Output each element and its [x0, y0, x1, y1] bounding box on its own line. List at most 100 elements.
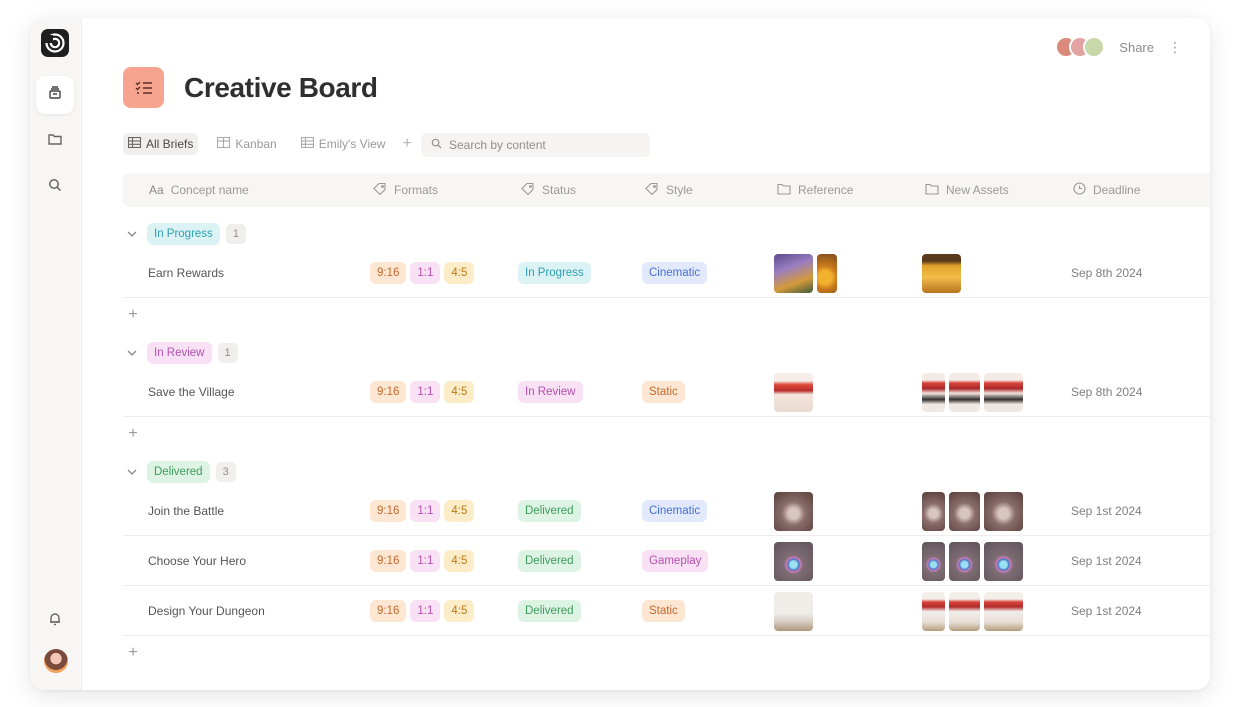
- add-row-button[interactable]: +: [123, 424, 143, 444]
- asset-thumbnail[interactable]: [984, 491, 1023, 531]
- asset-thumbnail[interactable]: [922, 372, 945, 412]
- asset-thumbnail[interactable]: [949, 591, 980, 631]
- format-tag: 4:5: [444, 262, 475, 284]
- table-row[interactable]: Join the Battle 9:16 1:1 4:5 Delivered C…: [123, 486, 1210, 536]
- style-badge: Cinematic: [642, 500, 708, 522]
- top-actions: Share ⋮: [1055, 36, 1186, 58]
- new-assets-cell: [922, 486, 1023, 536]
- deadline-cell: Sep 1st 2024: [1071, 554, 1142, 568]
- status-cell: Delivered: [518, 586, 581, 636]
- tab-all-briefs[interactable]: All Briefs: [123, 133, 199, 155]
- column-label: Formats: [394, 183, 439, 197]
- column-deadline[interactable]: Deadline: [1073, 173, 1140, 207]
- format-tag: 1:1: [410, 262, 441, 284]
- share-button[interactable]: Share: [1119, 40, 1154, 55]
- chevron-down-icon[interactable]: [123, 469, 141, 475]
- table-row[interactable]: Design Your Dungeon 9:16 1:1 4:5 Deliver…: [123, 586, 1210, 636]
- format-tag: 9:16: [370, 500, 407, 522]
- status-badge: Delivered: [518, 550, 581, 572]
- search-icon: [431, 138, 442, 152]
- format-tag: 1:1: [410, 600, 441, 622]
- style-cell: Gameplay: [642, 536, 709, 586]
- reference-thumbnail[interactable]: [774, 372, 813, 412]
- table-row[interactable]: Earn Rewards 9:16 1:1 4:5 In Progress Ci…: [123, 248, 1210, 298]
- column-concept[interactable]: Aa Concept name: [149, 173, 249, 207]
- tag-icon: [521, 182, 535, 198]
- add-view-button[interactable]: +: [402, 135, 411, 153]
- format-tag: 4:5: [444, 550, 475, 572]
- column-formats[interactable]: Formats: [373, 173, 438, 207]
- table-row[interactable]: Save the Village 9:16 1:1 4:5 In Review …: [123, 367, 1210, 417]
- asset-thumbnail[interactable]: [922, 541, 945, 581]
- new-assets-cell: [922, 586, 1023, 636]
- column-new-assets[interactable]: New Assets: [925, 173, 1009, 207]
- tab-kanban[interactable]: Kanban: [212, 133, 281, 155]
- asset-thumbnail[interactable]: [949, 541, 980, 581]
- more-options-icon[interactable]: ⋮: [1164, 39, 1186, 56]
- folder-icon: [925, 183, 939, 198]
- asset-thumbnail[interactable]: [922, 591, 945, 631]
- reference-thumbnail[interactable]: [817, 253, 837, 293]
- deadline-cell: Sep 1st 2024: [1071, 504, 1142, 518]
- add-row-button[interactable]: +: [123, 305, 143, 325]
- page-title: Creative Board: [184, 71, 378, 103]
- search-input[interactable]: Search by content: [421, 133, 650, 157]
- group-count: 1: [217, 343, 238, 363]
- group-label: In Progress: [147, 223, 220, 245]
- new-assets-cell: [922, 367, 1023, 417]
- table-icon: [127, 136, 142, 151]
- status-badge: Delivered: [518, 600, 581, 622]
- table-row[interactable]: Choose Your Hero 9:16 1:1 4:5 Delivered …: [123, 536, 1210, 586]
- asset-thumbnail[interactable]: [922, 253, 961, 293]
- column-label: Concept name: [170, 183, 249, 197]
- formats-cell: 9:16 1:1 4:5: [370, 248, 475, 298]
- user-avatar[interactable]: [44, 649, 68, 673]
- reference-cell: [774, 367, 813, 417]
- sidebar-item-files[interactable]: [36, 122, 74, 160]
- tab-emilys-view[interactable]: Emily's View: [296, 133, 391, 155]
- deadline-cell: Sep 8th 2024: [1071, 385, 1143, 399]
- group-label: In Review: [147, 342, 212, 364]
- chevron-down-icon[interactable]: [123, 231, 141, 237]
- reference-thumbnail[interactable]: [774, 541, 813, 581]
- reference-thumbnail[interactable]: [774, 491, 813, 531]
- concept-name: Design Your Dungeon: [148, 604, 265, 618]
- format-tag: 1:1: [410, 550, 441, 572]
- reference-thumbnail[interactable]: [774, 591, 813, 631]
- concept-name: Choose Your Hero: [148, 554, 247, 568]
- asset-thumbnail[interactable]: [949, 372, 980, 412]
- tab-label: All Briefs: [146, 137, 194, 151]
- column-status[interactable]: Status: [521, 173, 576, 207]
- asset-thumbnail[interactable]: [949, 491, 980, 531]
- status-cell: Delivered: [518, 536, 581, 586]
- app-logo-icon[interactable]: [41, 29, 69, 57]
- table-icon: [300, 136, 314, 151]
- table-icon: [217, 136, 231, 151]
- format-tag: 9:16: [370, 550, 407, 572]
- deadline-cell: Sep 1st 2024: [1071, 604, 1142, 618]
- style-cell: Cinematic: [642, 486, 708, 536]
- asset-thumbnail[interactable]: [984, 541, 1023, 581]
- column-reference[interactable]: Reference: [777, 173, 853, 207]
- sidebar: [30, 18, 82, 690]
- concept-name: Earn Rewards: [148, 266, 225, 280]
- tab-label: Kanban: [235, 137, 277, 151]
- sidebar-item-search[interactable]: [36, 168, 74, 206]
- asset-thumbnail[interactable]: [984, 372, 1023, 412]
- column-style[interactable]: Style: [645, 173, 693, 207]
- folder-icon: [47, 131, 63, 152]
- formats-cell: 9:16 1:1 4:5: [370, 367, 475, 417]
- formats-cell: 9:16 1:1 4:5: [370, 486, 475, 536]
- sidebar-item-boards[interactable]: [36, 76, 74, 114]
- format-tag: 4:5: [444, 381, 475, 403]
- collaborator-avatars[interactable]: [1055, 36, 1106, 58]
- notifications-button[interactable]: [36, 602, 74, 640]
- column-label: Style: [666, 183, 693, 197]
- formats-cell: 9:16 1:1 4:5: [370, 536, 475, 586]
- chevron-down-icon[interactable]: [123, 350, 141, 356]
- add-row-button[interactable]: +: [123, 643, 143, 663]
- reference-thumbnail[interactable]: [774, 253, 813, 293]
- asset-thumbnail[interactable]: [984, 591, 1023, 631]
- style-cell: Static: [642, 586, 685, 636]
- asset-thumbnail[interactable]: [922, 491, 945, 531]
